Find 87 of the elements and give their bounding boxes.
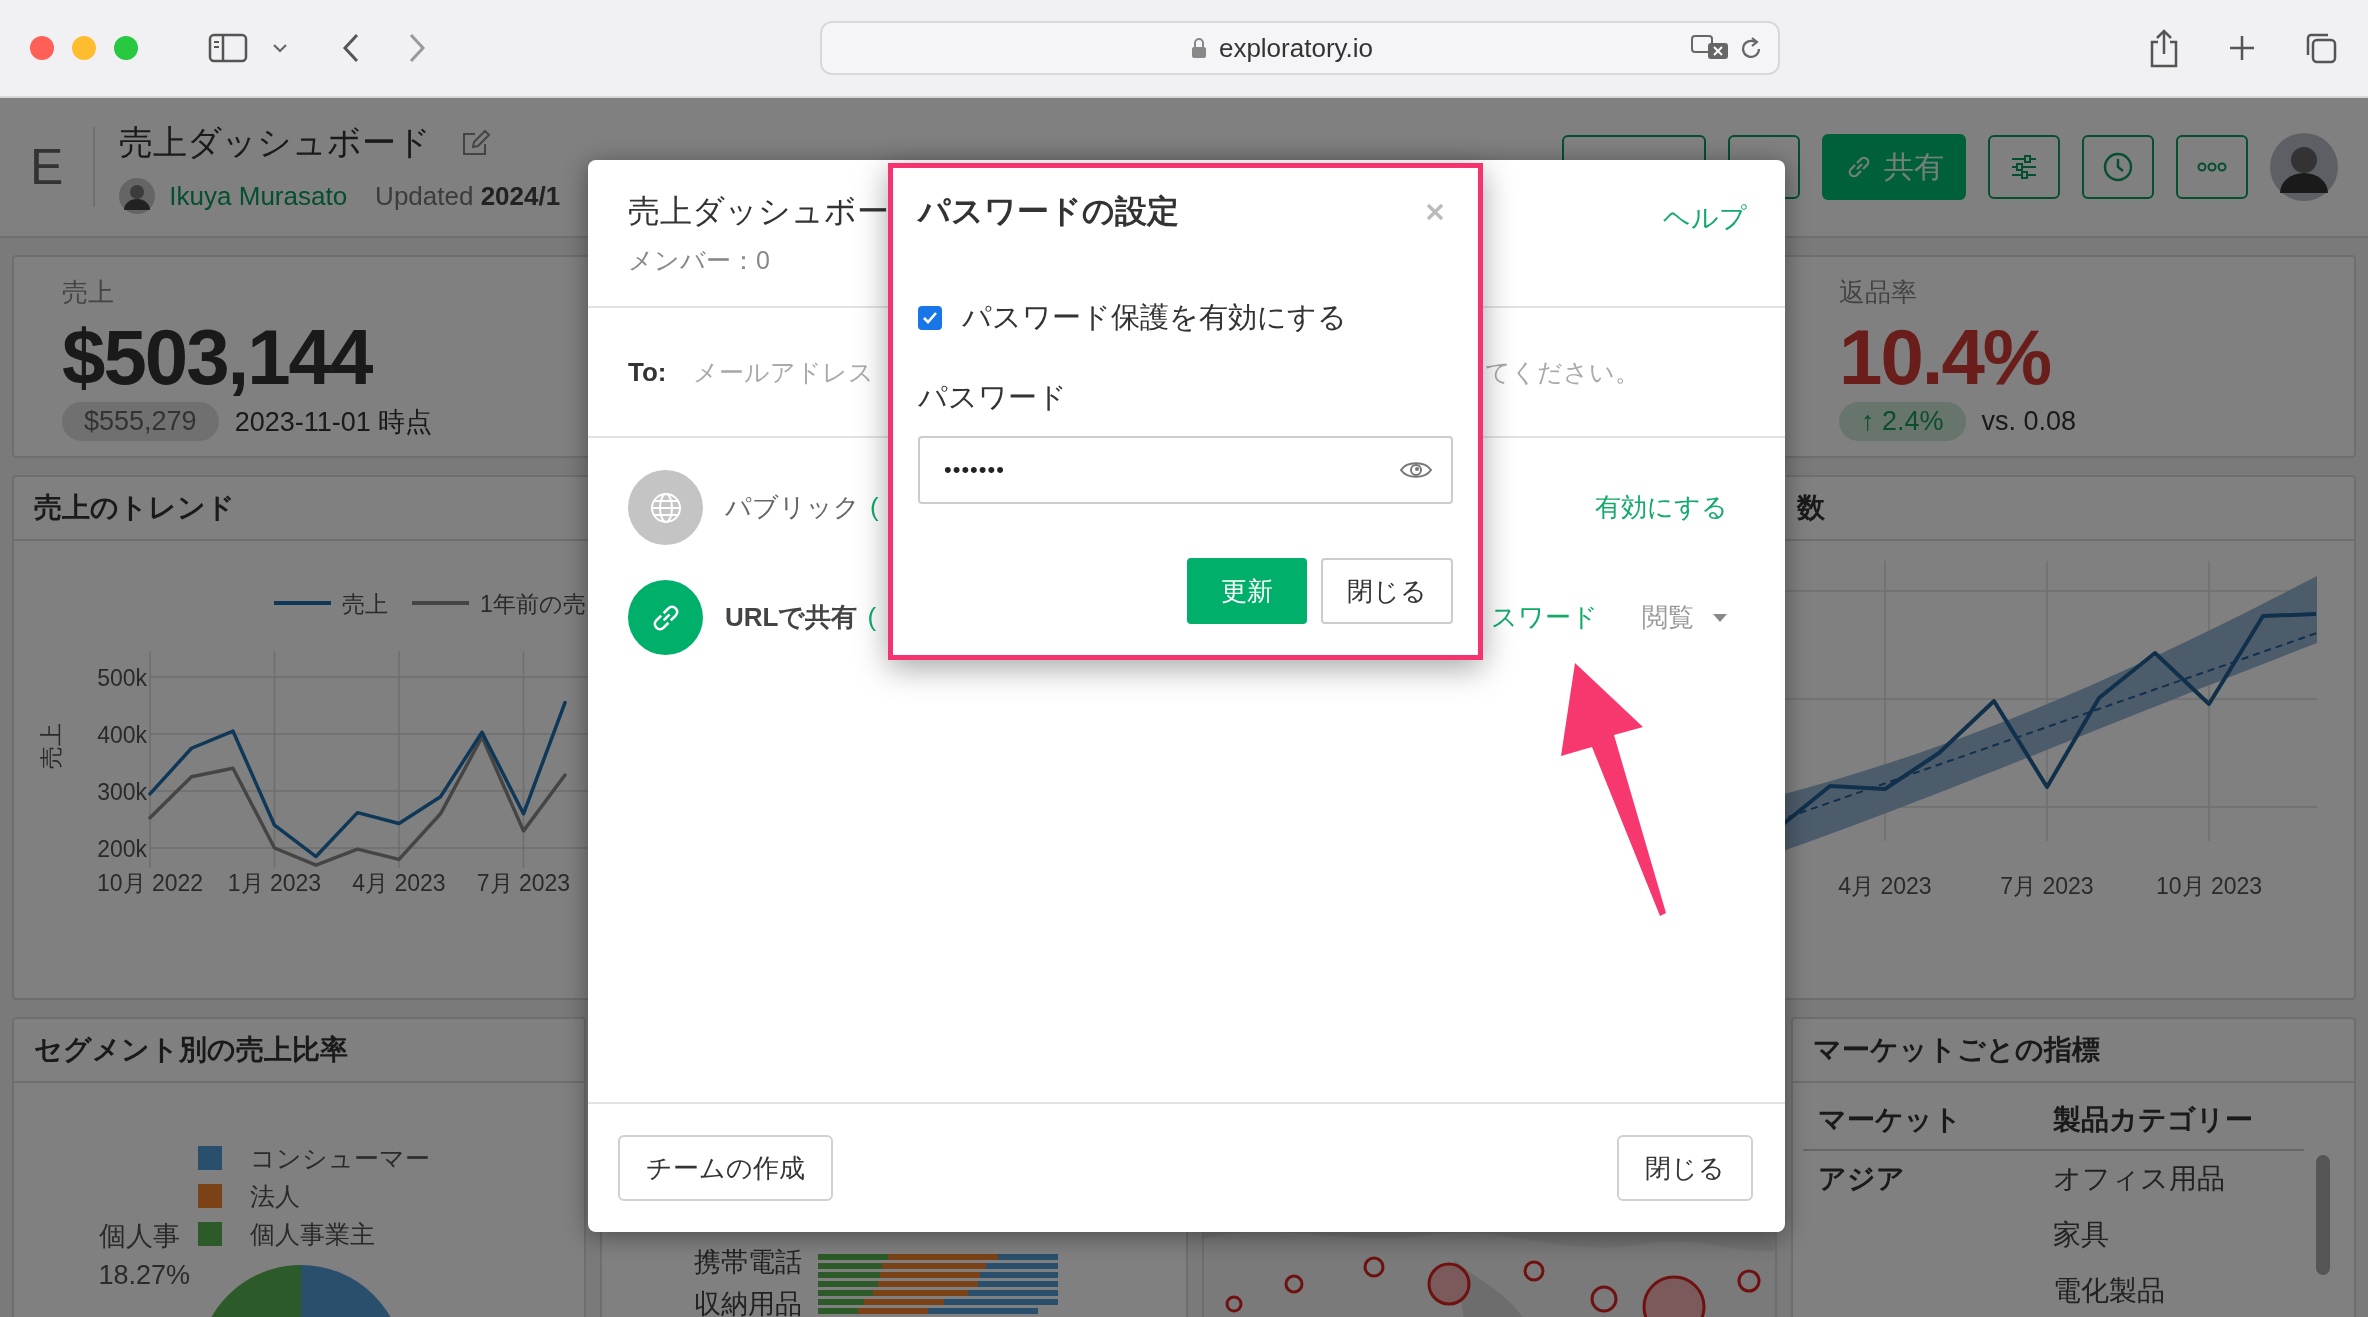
comparison-badge: $555,279 [62, 402, 219, 441]
edit-icon[interactable] [461, 128, 492, 158]
updated-date: Updated 2024/1 [375, 180, 561, 212]
axis-tick-label: 200k [97, 836, 147, 862]
slice-value: 18.27% [98, 1260, 190, 1291]
legend-swatch [274, 601, 331, 605]
category-label: 収納用品 [694, 1288, 802, 1317]
kpi-label: 売上 [62, 276, 114, 309]
axis-tick-label: 300k [97, 779, 147, 805]
option-note: ( [870, 492, 879, 523]
share-icon[interactable] [2148, 28, 2180, 68]
axis-tick-label: 7月 2023 [476, 870, 571, 896]
panel-title: 売上のトレンド [34, 491, 235, 525]
member-count: メンバー：0 [628, 245, 771, 276]
tabs-icon[interactable] [2304, 31, 2338, 65]
author-link[interactable]: Ikuya Murasato [169, 180, 348, 212]
user-avatar[interactable] [2270, 133, 2338, 201]
lock-icon [1190, 37, 1207, 59]
slice-label: 個人事 [99, 1220, 180, 1253]
axis-tick-label: 1月 2023 [227, 870, 322, 896]
sidebar-icon[interactable] [208, 33, 248, 63]
clock-icon [2102, 151, 2134, 183]
app-logo[interactable]: E [30, 138, 64, 196]
new-tab-icon[interactable] [2228, 34, 2256, 62]
column-header: 製品カテゴリー [2053, 1103, 2253, 1137]
kpi-value: $503,144 [62, 318, 372, 396]
sliders-icon [2009, 152, 2039, 182]
dashboard-title: 売上ダッシュボード [119, 122, 432, 163]
share-option-label: URLで共有 [725, 601, 858, 634]
axis-tick-label: 400k [97, 722, 147, 748]
password-field[interactable]: ••••••• [918, 436, 1453, 504]
table-cell: 電化製品 [2053, 1275, 2165, 1306]
chevron-down-icon[interactable] [272, 43, 288, 53]
share-button[interactable]: 共有 [1822, 134, 1966, 200]
more-icon [2197, 162, 2227, 172]
to-label: To: [628, 356, 667, 388]
category-label: 携帯電話 [694, 1246, 802, 1279]
scrollbar[interactable] [2316, 1155, 2330, 1275]
dialog-button[interactable]: 更新 [1187, 558, 1307, 624]
axis-tick-label: 500k [97, 665, 147, 691]
more-button[interactable] [2176, 135, 2248, 199]
axis-title: 売上 [38, 723, 64, 769]
dialog-button[interactable]: チームの作成 [618, 1135, 833, 1201]
help-link[interactable]: ヘルプ [1663, 200, 1747, 236]
dialog-button[interactable]: 閉じる [1617, 1135, 1753, 1201]
close-button[interactable] [30, 36, 54, 60]
checkbox-label: パスワード保護を有効にする [962, 300, 1347, 335]
kpi-label: 返品率 [1839, 276, 1917, 309]
option-action-link[interactable]: 有効にする [1595, 490, 1728, 525]
legend-label: 個人事業主 [250, 1218, 375, 1250]
axis-tick-label: 10月 2023 [2155, 873, 2263, 899]
comparison-badge: ↑ 2.4% [1839, 402, 1966, 441]
kpi-value: 10.4% [1839, 318, 2051, 396]
caret-icon [1712, 612, 1728, 623]
settings-button[interactable] [1988, 135, 2060, 199]
panel-title: セグメント別の売上比率 [34, 1033, 348, 1067]
field-label: パスワード [918, 380, 1068, 415]
axis-tick-label: 7月 2023 [2000, 873, 2094, 899]
comparison-note: vs. 0.08 [1981, 406, 2077, 437]
history-button[interactable] [2082, 135, 2154, 199]
option-action-link[interactable]: スワード [1491, 600, 1598, 635]
address-bar[interactable]: exploratory.io [820, 21, 1780, 75]
axis-tick-label: 4月 2023 [1838, 873, 1932, 899]
back-icon[interactable] [342, 33, 360, 63]
option-note: ( [867, 602, 877, 633]
legend-label: 売上 [342, 591, 388, 617]
table-cell: 家具 [2053, 1219, 2109, 1250]
share-option-label: パブリック [725, 491, 860, 524]
checkbox[interactable] [918, 306, 942, 330]
panel-title: マーケットごとの指標 [1813, 1033, 2100, 1067]
dialog-title: パスワードの設定 [918, 192, 1179, 231]
legend-label: コンシューマー [250, 1142, 430, 1174]
table-cell: オフィス用品 [2053, 1163, 2225, 1194]
column-header: マーケット [1818, 1103, 1963, 1137]
axis-tick-label: 10月 2022 [96, 870, 204, 896]
forward-icon[interactable] [408, 33, 426, 63]
axis-tick-label: 4月 2023 [352, 870, 446, 896]
panel-title: 数 [1797, 491, 1825, 525]
legend-swatch [412, 601, 469, 605]
dialog-title: 売上ダッシュボー [628, 192, 889, 231]
permission-dropdown[interactable]: 閲覧 [1642, 600, 1728, 635]
legend-label: 1年前の売 [480, 591, 586, 617]
avatar [119, 178, 156, 214]
legend-label: 法人 [250, 1180, 300, 1212]
table-cell: アジア [1818, 1163, 1905, 1194]
comparison-note: 2023-11-01 時点 [234, 405, 433, 439]
dialog-button[interactable]: 閉じる [1321, 558, 1453, 624]
